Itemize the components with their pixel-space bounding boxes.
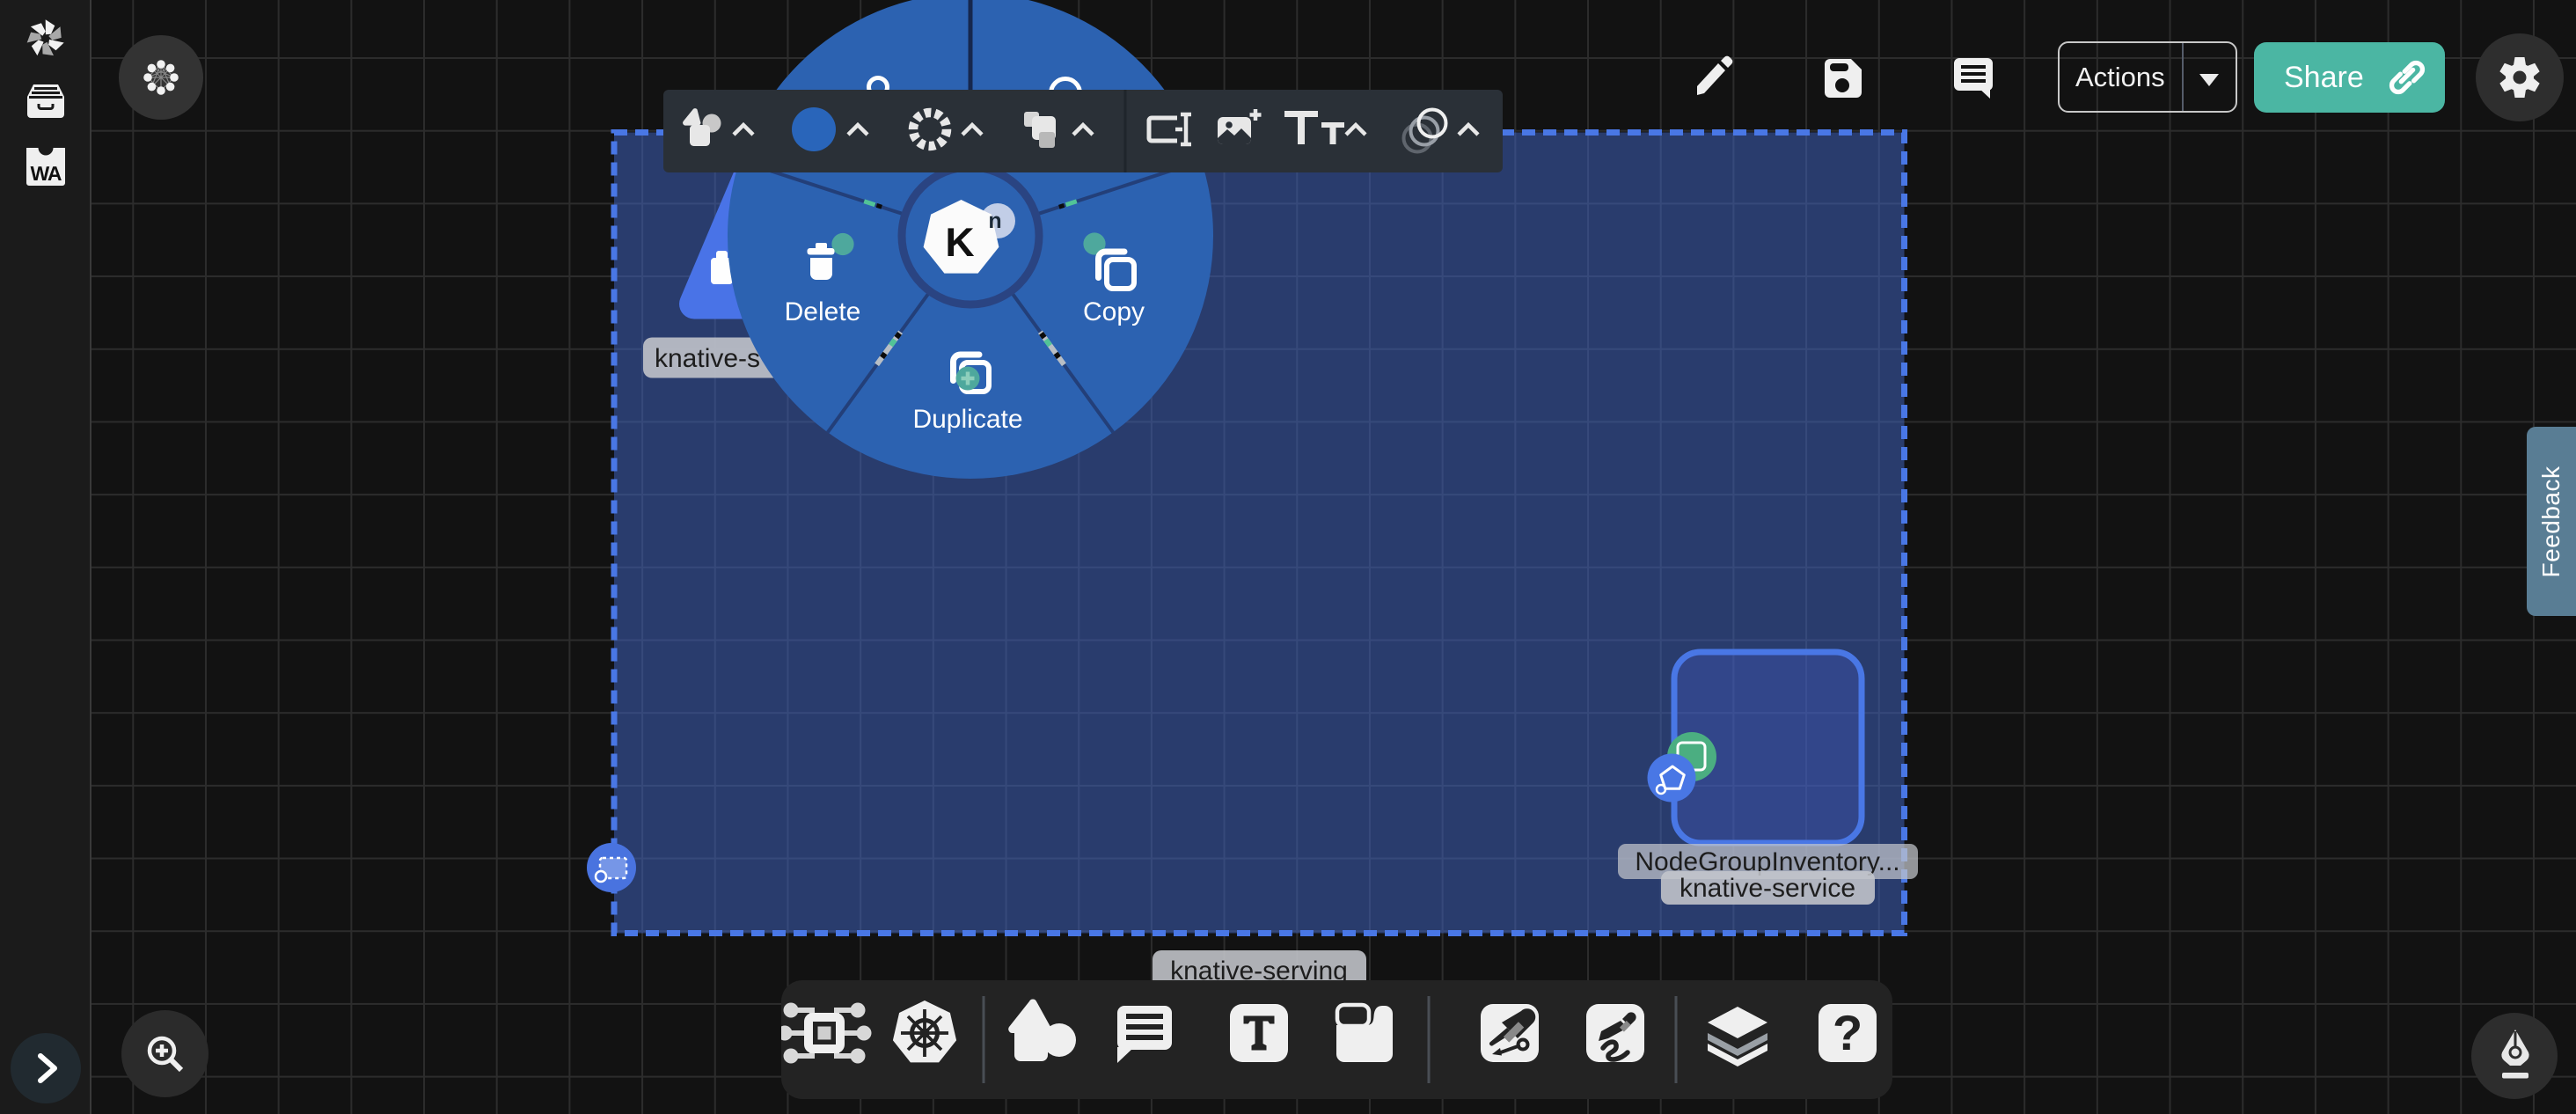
svg-text:Duplicate: Duplicate [912,405,1022,434]
svg-text:Delete: Delete [785,297,861,326]
svg-text:K: K [945,219,974,265]
svg-text:?: ? [1833,1005,1862,1060]
svg-text:Copy: Copy [1083,297,1145,326]
svg-text:WA: WA [30,162,61,185]
svg-text:n: n [988,209,1001,233]
svg-text:knative-s: knative-s [655,344,760,373]
svg-text:knative-service: knative-service [1680,874,1855,903]
